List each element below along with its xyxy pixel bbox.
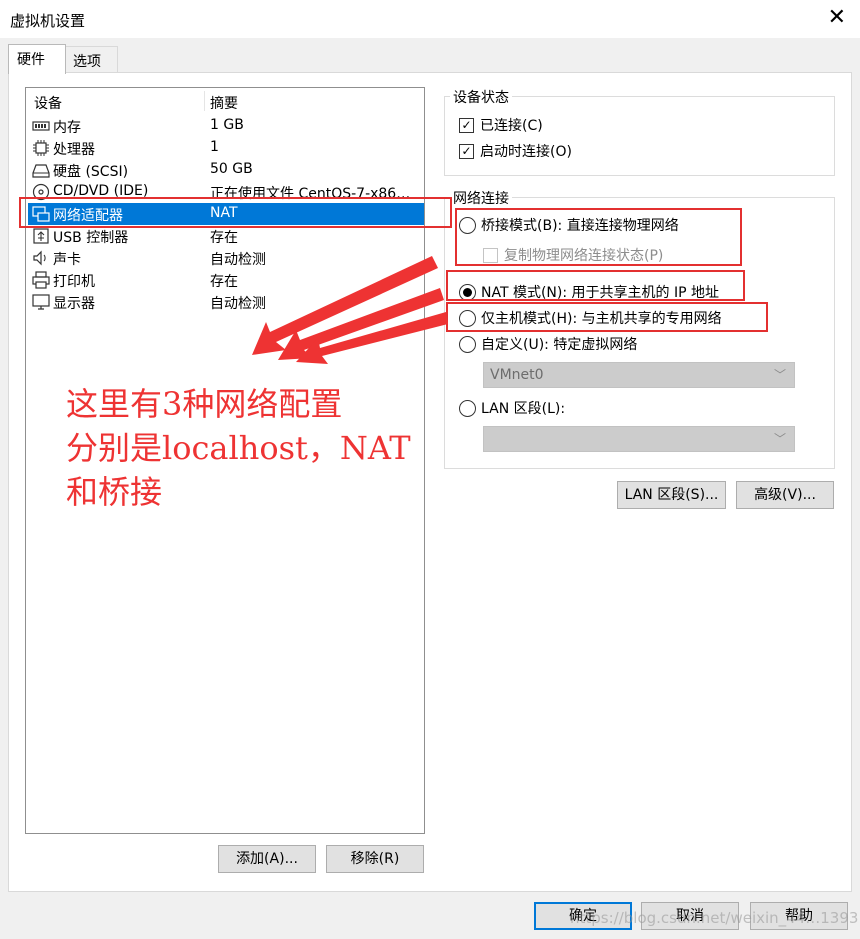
device-name: 打印机 xyxy=(53,274,95,290)
chevron-down-icon[interactable]: ﹀ xyxy=(774,427,786,451)
usb-icon xyxy=(33,228,49,244)
column-header-device[interactable]: 设备 xyxy=(34,93,62,113)
device-row-usb-controller[interactable]: USB 控制器 存在 xyxy=(28,225,424,247)
highlight-host-only xyxy=(446,302,768,332)
lan-segments-button[interactable]: LAN 区段(S)... xyxy=(617,481,726,509)
highlight-nat xyxy=(446,270,745,301)
remove-button[interactable]: 移除(R) xyxy=(326,845,424,873)
hard-disk-icon xyxy=(32,164,50,178)
device-status-group xyxy=(444,96,835,176)
device-name: USB 控制器 xyxy=(53,230,129,246)
device-summary: 1 GB xyxy=(210,117,244,133)
monitor-icon xyxy=(32,294,50,310)
device-row-processor[interactable]: 处理器 1 xyxy=(28,137,424,159)
connected-checkbox[interactable]: ✓ 已连接(C) xyxy=(459,115,543,135)
device-summary: 1 xyxy=(210,139,219,155)
custom-label: 自定义(U): 特定虚拟网络 xyxy=(481,337,638,353)
device-list-header: 设备 摘要 xyxy=(26,88,424,114)
device-name: 处理器 xyxy=(53,142,95,158)
connect-at-power-on-checkbox[interactable]: ✓ 启动时连接(O) xyxy=(459,141,572,161)
annotation-line: 这里有3种网络配置 xyxy=(66,385,343,423)
close-icon[interactable]: ✕ xyxy=(828,5,846,31)
connect-at-power-on-label: 启动时连接(O) xyxy=(480,144,572,160)
device-summary: 自动检测 xyxy=(210,252,266,268)
custom-network-value: VMnet0 xyxy=(490,367,544,383)
connected-label: 已连接(C) xyxy=(480,118,543,134)
device-name: 硬盘 (SCSI) xyxy=(53,164,129,180)
lan-segment-select[interactable]: ﹀ xyxy=(483,426,795,452)
chevron-down-icon[interactable]: ﹀ xyxy=(774,363,786,387)
advanced-button[interactable]: 高级(V)... xyxy=(736,481,834,509)
tab-hardware[interactable]: 硬件 xyxy=(8,44,66,74)
custom-radio[interactable]: 自定义(U): 特定虚拟网络 xyxy=(459,334,637,354)
custom-network-select[interactable]: VMnet0 ﹀ xyxy=(483,362,795,388)
device-summary: 存在 xyxy=(210,230,238,246)
highlight-network-adapter xyxy=(19,197,452,228)
device-summary: 50 GB xyxy=(210,161,253,177)
device-row-hard-disk[interactable]: 硬盘 (SCSI) 50 GB xyxy=(28,159,424,181)
tab-options[interactable]: 选项 xyxy=(64,46,118,72)
speaker-icon xyxy=(33,250,46,266)
processor-icon xyxy=(33,140,49,156)
checkbox-box[interactable]: ✓ xyxy=(459,117,474,133)
device-row-display[interactable]: 显示器 自动检测 xyxy=(28,291,424,313)
column-separator[interactable] xyxy=(204,91,205,111)
device-row-sound-card[interactable]: 声卡 自动检测 xyxy=(28,247,424,269)
add-button[interactable]: 添加(A)... xyxy=(218,845,316,873)
column-header-summary[interactable]: 摘要 xyxy=(210,93,238,113)
device-summary: 存在 xyxy=(210,274,238,290)
network-connection-label: 网络连接 xyxy=(450,188,512,208)
checkbox-box[interactable]: ✓ xyxy=(459,143,474,159)
watermark: https://blog.csdn.net/weixin_44…1393 xyxy=(570,909,859,927)
printer-icon xyxy=(32,271,50,289)
annotation-line: 和桥接 xyxy=(66,473,163,511)
lan-segment-radio[interactable]: LAN 区段(L): xyxy=(459,398,565,418)
device-name: 内存 xyxy=(53,120,81,136)
device-status-label: 设备状态 xyxy=(450,87,512,107)
device-name: 声卡 xyxy=(53,252,81,268)
annotation-line: 分别是localhost，NAT xyxy=(66,429,411,467)
device-name: 显示器 xyxy=(53,296,95,312)
annotation-text: 这里有3种网络配置 分别是localhost，NAT 和桥接 xyxy=(66,382,411,514)
title-bar: 虚拟机设置 ✕ xyxy=(0,0,860,38)
lan-segment-label: LAN 区段(L): xyxy=(481,401,566,417)
window-title: 虚拟机设置 xyxy=(10,12,86,30)
highlight-bridged xyxy=(455,208,742,266)
radio-circle[interactable] xyxy=(459,335,476,353)
device-summary: 自动检测 xyxy=(210,296,266,312)
device-row-memory[interactable]: 内存 1 GB xyxy=(28,115,424,137)
device-row-printer[interactable]: 打印机 存在 xyxy=(28,269,424,291)
memory-icon xyxy=(32,121,50,131)
radio-circle[interactable] xyxy=(459,399,476,417)
